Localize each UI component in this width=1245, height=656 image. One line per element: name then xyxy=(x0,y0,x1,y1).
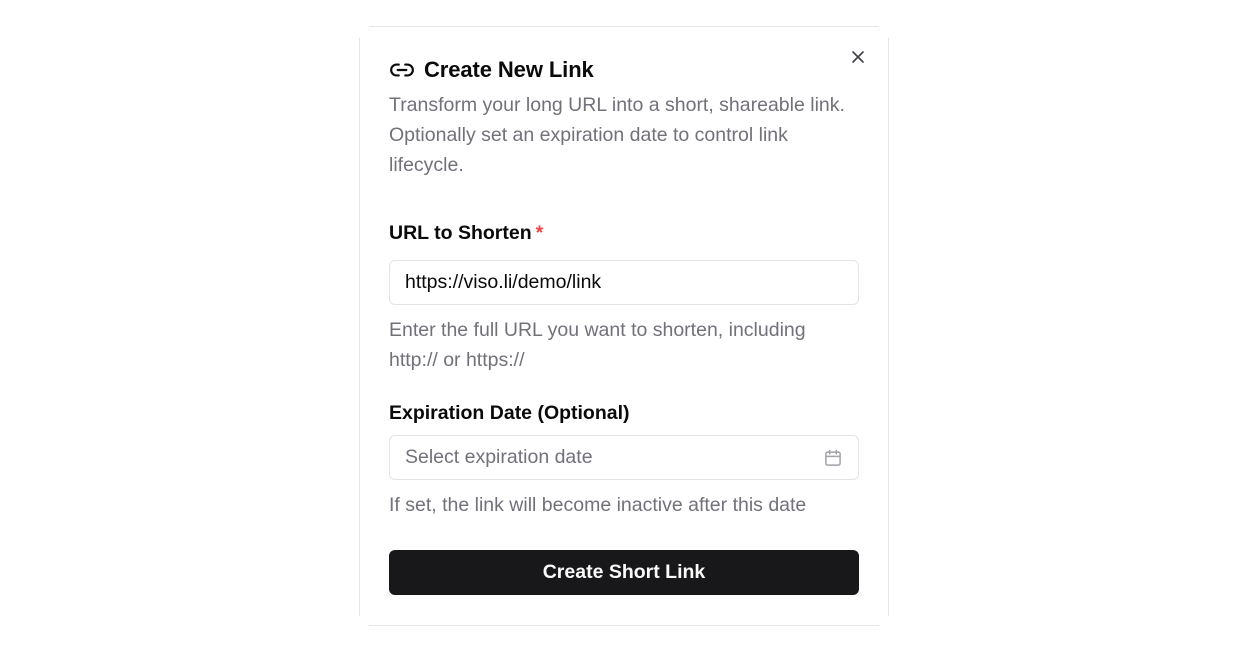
create-short-link-button[interactable]: Create Short Link xyxy=(389,550,859,595)
close-icon xyxy=(852,51,864,63)
url-input[interactable]: https://viso.li/demo/link xyxy=(389,260,859,305)
link-icon xyxy=(389,57,415,83)
dialog-bottom-edge xyxy=(369,625,879,626)
dialog-title: Create New Link xyxy=(424,57,594,82)
url-help-text: Enter the full URL you want to shorten, … xyxy=(389,319,806,371)
expiration-help-text: If set, the link will become inactive af… xyxy=(389,494,807,516)
url-input-value: https://viso.li/demo/link xyxy=(405,271,602,293)
required-marker: * xyxy=(535,222,544,244)
dialog-header: Create New Link xyxy=(389,56,594,84)
close-button[interactable] xyxy=(846,45,870,69)
dialog-description: Transform your long URL into a short, sh… xyxy=(389,94,845,176)
url-field-label: URL to Shorten * xyxy=(389,222,543,245)
expiration-placeholder: Select expiration date xyxy=(405,446,593,468)
url-label-text: URL to Shorten xyxy=(389,222,532,244)
calendar-icon[interactable] xyxy=(823,448,843,468)
expiration-field-label: Expiration Date (Optional) xyxy=(389,402,630,424)
dialog-top-edge xyxy=(369,26,879,27)
expiration-date-input[interactable]: Select expiration date xyxy=(389,435,859,480)
